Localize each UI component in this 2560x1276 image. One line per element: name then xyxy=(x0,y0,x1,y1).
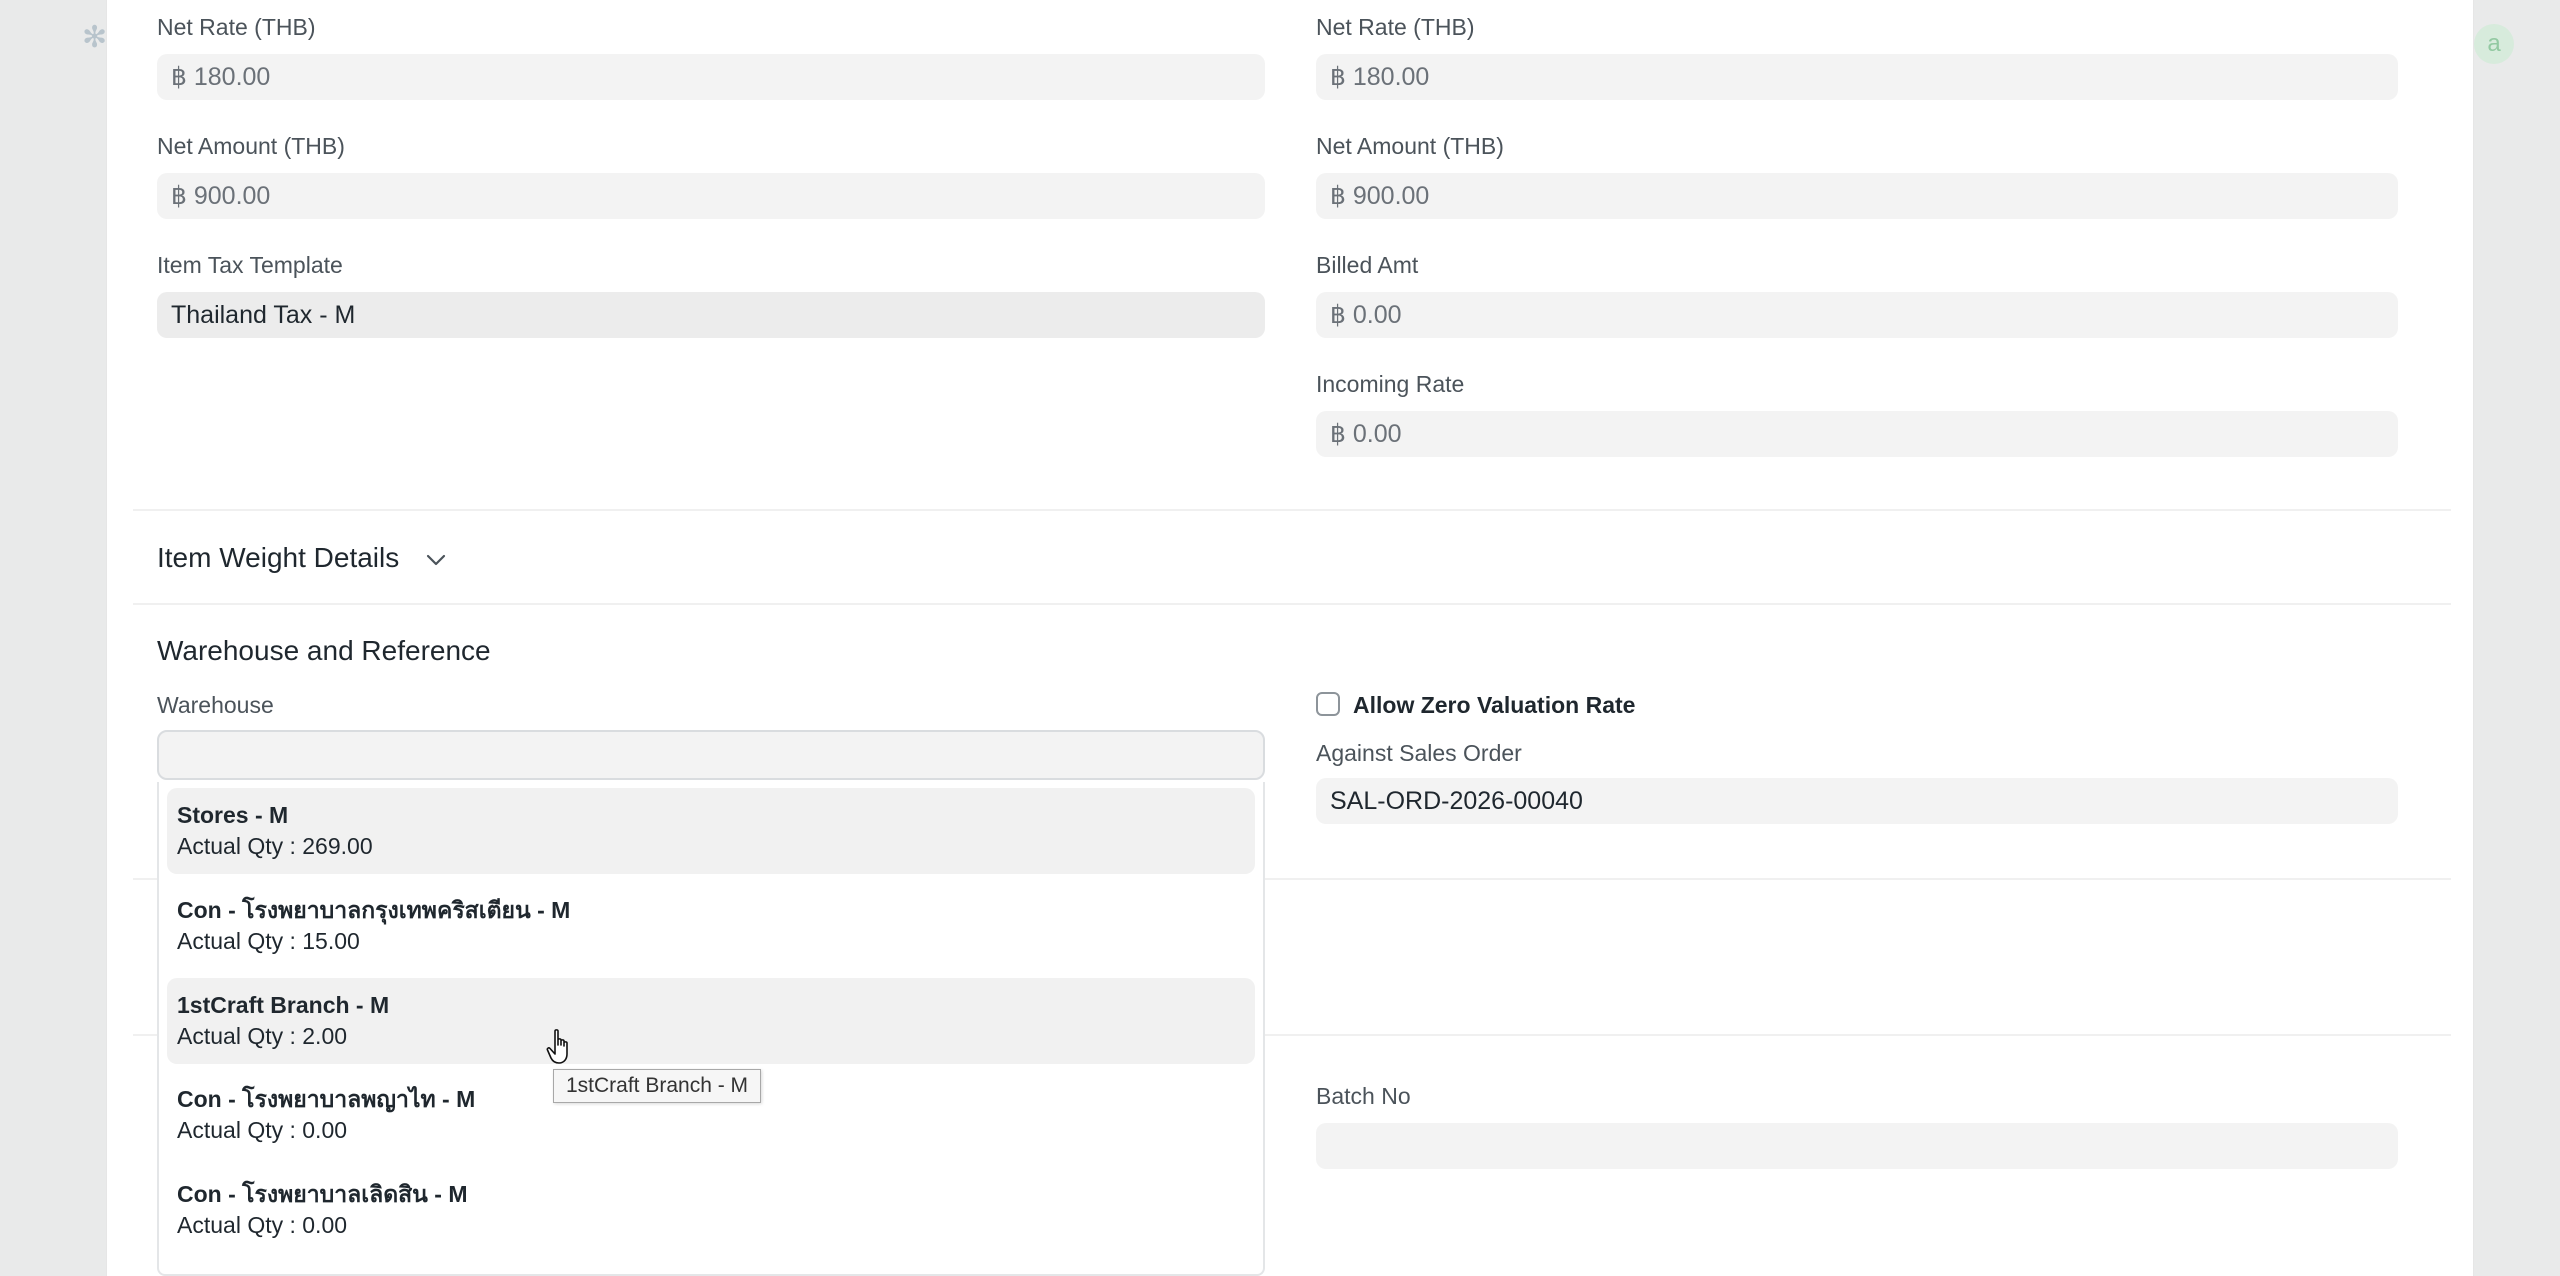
hand-cursor-icon xyxy=(546,1029,568,1064)
allow-zero-valuation-checkbox[interactable] xyxy=(1316,692,1340,716)
dropdown-item-qty: Actual Qty : 0.00 xyxy=(177,1117,348,1143)
backdrop-left xyxy=(0,0,106,1276)
warehouse-section-title: Warehouse and Reference xyxy=(157,635,491,666)
net-amount-label: Net Amount (THB) xyxy=(157,133,345,159)
allow-zero-valuation-label: Allow Zero Valuation Rate xyxy=(1353,692,1636,718)
dropdown-item-qty: Actual Qty : 0.00 xyxy=(177,1212,348,1238)
dropdown-item-qty: Actual Qty : 269.00 xyxy=(177,833,373,859)
net-amount-field-right[interactable]: ฿ 900.00 xyxy=(1316,173,2398,219)
warehouse-dropdown: Stores - M Actual Qty : 269.00 Con - โรง… xyxy=(157,782,1265,1276)
billed-amt-label: Billed Amt xyxy=(1316,252,1419,278)
dropdown-item-title: Stores - M xyxy=(177,802,289,828)
dropdown-item-stores[interactable]: Stores - M Actual Qty : 269.00 xyxy=(167,788,1255,874)
net-amount-label-right: Net Amount (THB) xyxy=(1316,133,1504,159)
dropdown-item-title: Con - โรงพยาบาลเลิดสิน - M xyxy=(177,1181,468,1207)
warehouse-label: Warehouse xyxy=(157,692,274,718)
item-tax-template-label: Item Tax Template xyxy=(157,252,343,278)
dropdown-item-con-lerdsin[interactable]: Con - โรงพยาบาลเลิดสิน - M Actual Qty : … xyxy=(167,1167,1255,1253)
batch-no-label: Batch No xyxy=(1316,1083,1411,1109)
dropdown-item-qty: Actual Qty : 15.00 xyxy=(177,928,360,954)
net-rate-field[interactable]: ฿ 180.00 xyxy=(157,54,1265,100)
section-divider xyxy=(133,509,2451,511)
hover-tooltip: 1stCraft Branch - M xyxy=(553,1069,762,1103)
net-rate-label: Net Rate (THB) xyxy=(157,14,316,40)
dropdown-item-con-christian[interactable]: Con - โรงพยาบาลกรุงเทพคริสเตียน - M Actu… xyxy=(167,883,1255,969)
item-weight-details-title[interactable]: Item Weight Details xyxy=(157,542,399,574)
net-amount-field[interactable]: ฿ 900.00 xyxy=(157,173,1265,219)
incoming-rate-label: Incoming Rate xyxy=(1316,371,1465,397)
user-avatar[interactable]: a xyxy=(2474,24,2514,64)
against-sales-order-label: Against Sales Order xyxy=(1316,740,1522,766)
item-tax-template-field[interactable]: Thailand Tax - M xyxy=(157,292,1265,338)
chevron-down-icon[interactable] xyxy=(425,549,447,571)
dropdown-item-qty: Actual Qty : 2.00 xyxy=(177,1023,348,1049)
batch-no-field[interactable] xyxy=(1316,1123,2398,1169)
incoming-rate-field[interactable]: ฿ 0.00 xyxy=(1316,411,2398,457)
item-detail-dialog: Net Rate (THB) ฿ 180.00 Net Amount (THB)… xyxy=(106,0,2474,1276)
against-sales-order-field[interactable]: SAL-ORD-2026-00040 xyxy=(1316,778,2398,824)
warehouse-input[interactable] xyxy=(157,730,1265,780)
dropdown-item-title: 1stCraft Branch - M xyxy=(177,992,390,1018)
net-rate-label-right: Net Rate (THB) xyxy=(1316,14,1475,40)
dropdown-item-1stcraft[interactable]: 1stCraft Branch - M Actual Qty : 2.00 xyxy=(167,978,1255,1064)
backdrop-right xyxy=(2474,0,2560,1276)
dropdown-item-title: Con - โรงพยาบาลกรุงเทพคริสเตียน - M xyxy=(177,897,571,923)
section-divider xyxy=(133,603,2451,605)
net-rate-field-right[interactable]: ฿ 180.00 xyxy=(1316,54,2398,100)
billed-amt-field[interactable]: ฿ 0.00 xyxy=(1316,292,2398,338)
